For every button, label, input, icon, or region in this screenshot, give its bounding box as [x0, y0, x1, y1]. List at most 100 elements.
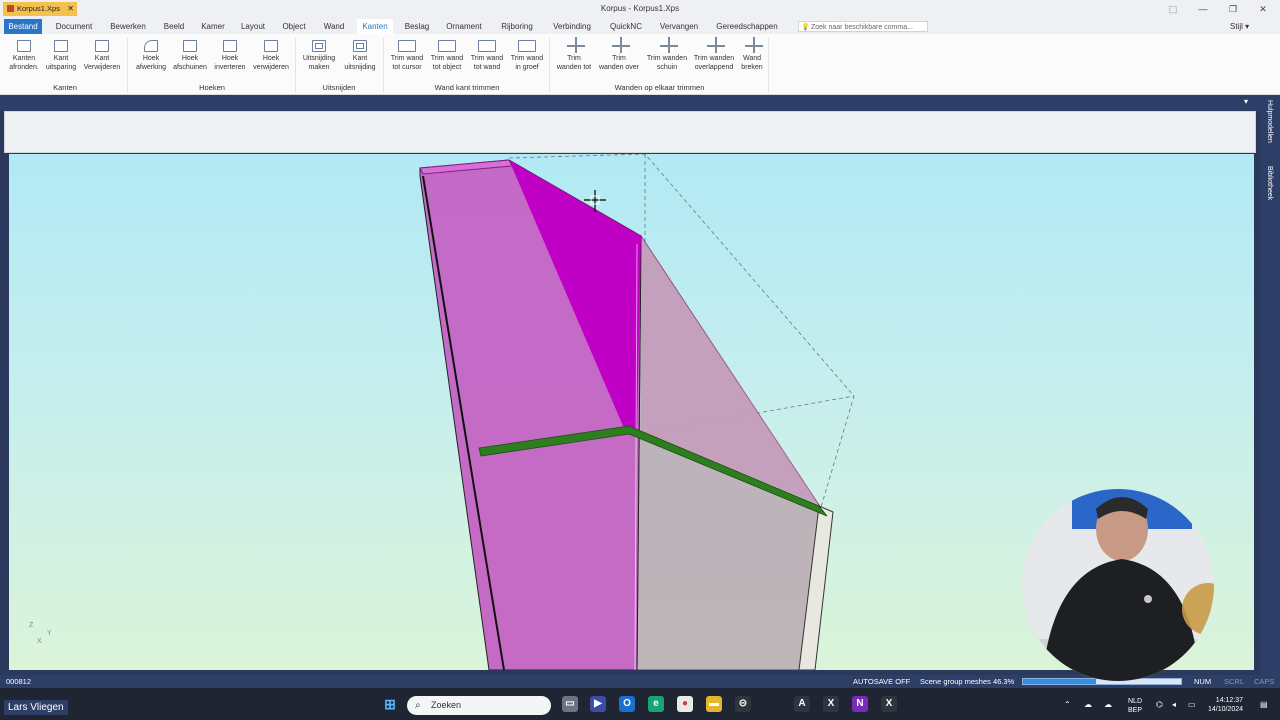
trim-wand-tot-wand-button[interactable]: Trim wand tot wand: [467, 38, 507, 72]
minimize-button[interactable]: —: [1196, 3, 1210, 15]
menu-vervangen[interactable]: Vervangen: [658, 19, 700, 34]
app-icon-dots[interactable]: ⊝: [735, 696, 751, 712]
btn-label: maken: [308, 63, 330, 71]
command-search-input[interactable]: 💡 Zoek naar beschikbare comma...: [798, 21, 928, 32]
kanten-afronden-button[interactable]: Kanten afronden.: [6, 38, 42, 72]
tray-app-icon[interactable]: ☁: [1084, 700, 1092, 709]
trim-wanden-schuin-button[interactable]: Trim wanden schuin: [643, 37, 691, 72]
num-indicator: NUM: [1194, 677, 1212, 686]
app-icon-x[interactable]: X: [823, 696, 839, 712]
close-button[interactable]: ✕: [1256, 3, 1270, 15]
menu-wand[interactable]: Wand: [320, 19, 348, 34]
btn-label: Kant: [352, 55, 368, 62]
korpus-app-icon[interactable]: X: [881, 696, 897, 712]
edge-delete-icon: [95, 40, 109, 52]
task-view-icon[interactable]: ▭: [562, 696, 578, 712]
tab-list-dropdown-icon[interactable]: ▾: [1244, 97, 1248, 106]
axis-z-label: Z: [29, 622, 34, 629]
menu-layout[interactable]: Layout: [238, 19, 268, 34]
battery-icon[interactable]: ▭: [1188, 700, 1196, 709]
btn-label: Verwijderen: [83, 63, 121, 71]
onedrive-icon[interactable]: ☁: [1104, 700, 1112, 709]
btn-label: Kanten: [12, 55, 36, 62]
group-label-wand-kant-trimmen: Wand kant trimmen: [434, 83, 500, 92]
menu-gereedschappen[interactable]: Gereedschappen: [714, 19, 780, 34]
btn-label: overlappend: [694, 63, 734, 71]
walls-trim-overlap-icon: [707, 37, 725, 53]
lang-bottom: BEP: [1128, 707, 1143, 714]
trim-wanden-overlappend-button[interactable]: Trim wanden overlappend: [690, 37, 738, 72]
app-icon-a[interactable]: A: [794, 696, 810, 712]
onenote-icon[interactable]: N: [852, 696, 868, 712]
btn-label: Trim wanden: [693, 55, 735, 62]
restore-layout-icon[interactable]: ⬚: [1166, 3, 1180, 15]
edge-icon[interactable]: e: [648, 696, 664, 712]
hoek-afwerking-button[interactable]: Hoek afwerking: [132, 38, 170, 72]
trim-wand-tot-object-button[interactable]: Trim wand tot object: [427, 38, 467, 72]
maximize-button[interactable]: ❐: [1226, 3, 1240, 15]
walls-trim-angled-icon: [660, 37, 678, 53]
btn-label: breken: [741, 63, 763, 71]
menu-bewerken[interactable]: Bewerken: [108, 19, 148, 34]
ribbon-separator: [383, 38, 384, 92]
side-tab-hulpmodellen[interactable]: Hulpmodellen: [1262, 100, 1273, 160]
trim-wanden-tot-button[interactable]: Trim wanden tot: [553, 37, 595, 72]
file-explorer-icon[interactable]: ▬: [706, 696, 722, 712]
kant-uitsparing-button[interactable]: Kant uitsparing: [42, 38, 80, 72]
axis-x-label: X: [37, 638, 42, 645]
menu-object[interactable]: Object: [278, 19, 310, 34]
trim-object-icon: [438, 40, 456, 52]
btn-label: Uitsnijding: [302, 55, 336, 62]
btn-label: uitsnijding: [344, 63, 376, 71]
windows-start-icon[interactable]: ⊞: [382, 696, 398, 712]
btn-label: wanden over: [598, 63, 640, 71]
corner-chamfer-icon: [183, 40, 197, 52]
edge-notch-icon: [54, 40, 68, 52]
menu-kanten[interactable]: Kanten: [357, 19, 393, 34]
document-tab-korpus1[interactable]: Korpus1.Xps ✕: [3, 2, 77, 16]
language-indicator[interactable]: NLD BEP: [1128, 697, 1142, 715]
hoek-afschuinen-button[interactable]: Hoek afschuinen: [170, 38, 210, 72]
trim-wand-in-groef-button[interactable]: Trim wand in groef: [507, 38, 547, 72]
wand-breken-button[interactable]: Wand breken: [738, 37, 766, 72]
trim-wall-icon: [478, 40, 496, 52]
menu-rijboring[interactable]: Rijboring: [496, 19, 538, 34]
kant-verwijderen-button[interactable]: Kant Verwijderen: [80, 38, 124, 72]
style-dropdown[interactable]: Stijl ▾: [1230, 22, 1249, 31]
hoek-inverteren-button[interactable]: Hoek inverteren: [210, 38, 250, 72]
app-icon-copilot[interactable]: ▶: [590, 696, 606, 712]
clock[interactable]: 14:12:37 14/10/2024: [1208, 696, 1243, 714]
cutout-make-icon: [312, 40, 326, 52]
menu-document[interactable]: Document: [52, 19, 96, 34]
menu-ornament[interactable]: Ornament: [444, 19, 484, 34]
btn-label: Hoek: [142, 55, 160, 62]
network-icon[interactable]: ⌬: [1156, 700, 1163, 709]
menu-quicknc[interactable]: QuickNC: [608, 19, 644, 34]
outlook-icon[interactable]: O: [619, 696, 635, 712]
btn-label: Hoek: [181, 55, 199, 62]
clock-time: 14:12:37: [1215, 697, 1244, 704]
tab-close-icon[interactable]: ✕: [67, 2, 74, 16]
ribbon-separator: [295, 38, 296, 92]
taskbar-search[interactable]: ⌕ Zoeken: [407, 696, 551, 715]
side-tab-bibliotheek[interactable]: Bibliotheek: [1262, 166, 1273, 220]
tray-chevron-icon[interactable]: ⌃: [1064, 700, 1071, 709]
chrome-icon[interactable]: ●: [677, 696, 693, 712]
kant-uitsnijding-button[interactable]: Kant uitsnijding: [340, 38, 380, 72]
menu-verbinding[interactable]: Verbinding: [550, 19, 594, 34]
btn-label: Kant: [53, 55, 69, 62]
btn-label: tot cursor: [392, 63, 422, 71]
menu-beslag[interactable]: Beslag: [402, 19, 432, 34]
notification-icon[interactable]: ▤: [1260, 700, 1268, 709]
group-label-wanden-op-elkaar-trimmen: Wanden op elkaar trimmen: [614, 83, 705, 92]
btn-label: Trim wand: [430, 55, 464, 62]
uitsnijding-maken-button[interactable]: Uitsnijding maken: [298, 38, 340, 72]
hoek-verwijderen-button[interactable]: Hoek verwijderen: [250, 38, 292, 72]
volume-icon[interactable]: ◂: [1172, 700, 1176, 709]
trim-wand-tot-cursor-button[interactable]: Trim wand tot cursor: [387, 38, 427, 72]
trim-cursor-icon: [398, 40, 416, 52]
menu-kamer[interactable]: Kamer: [198, 19, 228, 34]
trim-wanden-over-button[interactable]: Trim wanden over: [596, 37, 642, 72]
menu-beeld[interactable]: Beeld: [160, 19, 188, 34]
menu-bestand[interactable]: Bestand: [4, 19, 42, 34]
